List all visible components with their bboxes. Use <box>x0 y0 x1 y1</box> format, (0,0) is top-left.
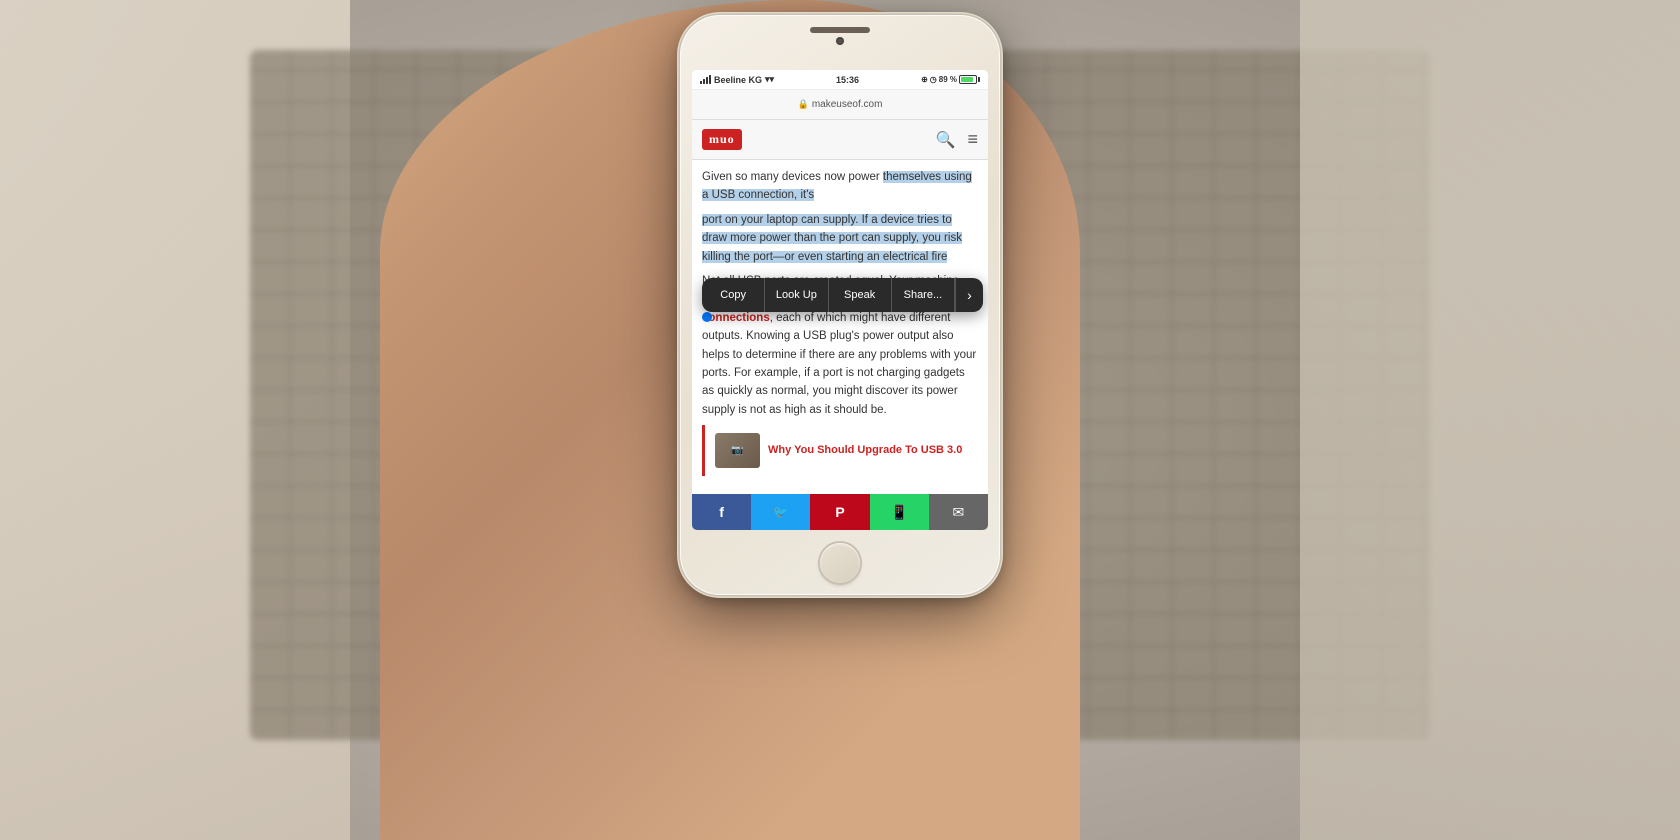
status-time: 15:36 <box>836 75 859 85</box>
email-icon: ✉ <box>953 504 965 521</box>
article-content: Given so many devices now power themselv… <box>692 160 988 494</box>
alarm-icon: ◷ <box>930 75 937 84</box>
facebook-icon: f <box>719 504 724 520</box>
related-thumb: 📷 <box>715 433 760 468</box>
share-facebook-button[interactable]: f <box>692 494 751 530</box>
bg-right <box>1300 0 1680 840</box>
front-camera <box>836 37 844 45</box>
location-icon: ⊕ <box>921 75 928 84</box>
text-above-selection: Given so many devices now power <box>702 171 883 183</box>
url-text: makeuseof.com <box>812 99 883 110</box>
iphone-frame: Beeline KG ▾▾ 15:36 ⊕ ◷ 89 % <box>680 15 1000 595</box>
home-button[interactable] <box>820 543 860 583</box>
battery-fill <box>961 77 973 82</box>
share-whatsapp-button[interactable]: 📱 <box>870 494 929 530</box>
status-left: Beeline KG ▾▾ <box>700 74 774 85</box>
context-menu: Copy Look Up Speak Share... › <box>702 278 983 312</box>
share-pinterest-button[interactable]: P <box>810 494 869 530</box>
context-more-button[interactable]: › <box>955 278 983 312</box>
signal-bar-3 <box>706 77 708 84</box>
selection-handle-start <box>702 312 712 322</box>
context-share-button[interactable]: Share... <box>892 278 955 312</box>
menu-icon[interactable]: ≡ <box>967 129 978 150</box>
wifi-icon: ▾▾ <box>765 74 774 85</box>
pinterest-icon: P <box>835 504 844 520</box>
carrier-label: Beeline KG <box>714 75 762 85</box>
whatsapp-icon: 📱 <box>890 504 907 521</box>
related-article-title: Why You Should Upgrade To USB 3.0 <box>768 443 962 457</box>
search-icon[interactable]: 🔍 <box>936 130 956 150</box>
context-arrow <box>724 311 740 312</box>
signal-bar-2 <box>703 79 705 84</box>
share-bar: f 🐦 P 📱 ✉ <box>692 494 988 530</box>
share-twitter-button[interactable]: 🐦 <box>751 494 810 530</box>
related-article[interactable]: 📷 Why You Should Upgrade To USB 3.0 <box>702 425 978 476</box>
article-para-selected: port on your laptop can supply. If a dev… <box>702 211 978 266</box>
status-bar: Beeline KG ▾▾ 15:36 ⊕ ◷ 89 % <box>692 70 988 90</box>
lock-icon: 🔒 <box>798 99 809 110</box>
battery-indicator <box>959 75 980 84</box>
speaker-grill <box>810 27 870 33</box>
signal-bars <box>700 75 711 84</box>
twitter-icon: 🐦 <box>773 505 788 519</box>
iphone-screen: Beeline KG ▾▾ 15:36 ⊕ ◷ 89 % <box>692 70 988 530</box>
article-para-intro: Given so many devices now power themselv… <box>702 168 978 205</box>
signal-bar-1 <box>700 81 702 84</box>
battery-percent: 89 % <box>939 75 957 84</box>
iphone: Beeline KG ▾▾ 15:36 ⊕ ◷ 89 % <box>680 15 1000 595</box>
para2-cont: , each of which might have different out… <box>702 312 976 416</box>
browser-navbar: muo 🔍 ≡ <box>692 120 988 160</box>
battery-tip <box>978 77 980 82</box>
nav-icons: 🔍 ≡ <box>936 129 978 150</box>
selected-body-text: port on your laptop can supply. If a dev… <box>702 214 962 263</box>
context-copy-button[interactable]: Copy <box>702 278 765 312</box>
share-email-button[interactable]: ✉ <box>929 494 988 530</box>
context-speak-button[interactable]: Speak <box>829 278 892 312</box>
muo-logo[interactable]: muo <box>702 129 742 150</box>
signal-bar-4 <box>709 75 711 84</box>
status-right: ⊕ ◷ 89 % <box>921 75 980 84</box>
url-bar[interactable]: 🔒 makeuseof.com <box>692 90 988 120</box>
context-lookup-button[interactable]: Look Up <box>765 278 828 312</box>
